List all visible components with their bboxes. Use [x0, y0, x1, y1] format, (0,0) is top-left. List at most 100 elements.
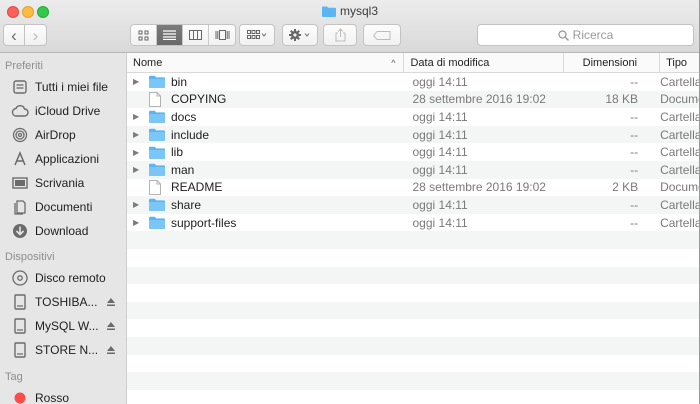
arrange-button[interactable]: [239, 24, 275, 46]
file-name: man: [171, 162, 195, 177]
empty-row: [127, 319, 699, 337]
sidebar-item[interactable]: TOSHIBA...: [0, 290, 126, 314]
disclosure-triangle-icon[interactable]: ▶: [133, 112, 145, 121]
window-title-text: mysql3: [339, 4, 378, 18]
sidebar-header-favorites: Preferiti: [5, 60, 43, 72]
column-size-header[interactable]: Dimensioni: [564, 53, 661, 73]
search-field[interactable]: Ricerca: [477, 24, 694, 46]
file-name: share: [171, 197, 202, 212]
sidebar-item-label: MySQL W...: [35, 319, 99, 333]
file-row[interactable]: ▶ lib oggi 14:11 -- Cartella: [127, 143, 699, 161]
disclosure-triangle-icon[interactable]: ▶: [133, 165, 145, 174]
file-rows: ▶ bin oggi 14:11 -- Cartella COPYING 28 settem…: [127, 73, 700, 404]
file-date: oggi 14:11: [412, 162, 468, 177]
file-date: oggi 14:11: [412, 109, 468, 124]
file-row[interactable]: ▶ share oggi 14:11 -- Cartella: [127, 196, 699, 214]
share-button[interactable]: [323, 24, 357, 46]
sidebar-item[interactable]: STORE N...: [0, 338, 126, 362]
disclosure-triangle-icon[interactable]: ▶: [133, 148, 145, 157]
cover-flow-view-button[interactable]: [209, 25, 235, 45]
cover-flow-icon: [215, 30, 229, 40]
sidebar-item[interactable]: Scrivania: [0, 171, 126, 195]
column-view-button[interactable]: [183, 25, 209, 45]
file-size: --: [630, 162, 639, 177]
airdrop-icon: [11, 126, 29, 144]
file-type: Cartella: [660, 215, 700, 230]
disclosure-triangle-icon[interactable]: ▶: [133, 130, 145, 139]
empty-row: [127, 249, 699, 267]
file-name: bin: [171, 74, 188, 89]
file-row[interactable]: COPYING 28 settembre 2016 19:02 18 KB Docum…: [127, 90, 699, 109]
file-name-cell: ▶ lib: [127, 145, 405, 159]
eject-icon[interactable]: [106, 344, 116, 354]
file-type: Cartella: [660, 74, 700, 89]
sort-up-icon: ^: [391, 58, 396, 68]
action-button[interactable]: [282, 24, 318, 46]
file-date: oggi 14:11: [412, 74, 468, 89]
arrange-grid-icon: [247, 30, 267, 39]
empty-row: [127, 231, 699, 249]
column-date-header[interactable]: Data di modifica: [404, 53, 565, 73]
disclosure-triangle-icon[interactable]: ▶: [133, 218, 145, 227]
window-title: mysql3: [0, 4, 699, 20]
folder-icon: [149, 145, 165, 159]
sidebar-item[interactable]: Documenti: [0, 195, 126, 219]
file-row[interactable]: README 28 settembre 2016 19:02 2 KB Documen…: [127, 179, 699, 197]
column-name-header[interactable]: Nome ^: [127, 53, 405, 73]
sidebar-item-label: iCloud Drive: [35, 104, 101, 118]
sidebar-item[interactable]: Download: [0, 219, 126, 243]
empty-row: [127, 301, 699, 320]
file-row[interactable]: ▶ man oggi 14:11 -- Cartella: [127, 160, 700, 179]
folder-icon: [149, 216, 165, 230]
column-type-header[interactable]: Tipo: [660, 53, 699, 73]
disclosure-triangle-icon[interactable]: ▶: [133, 77, 145, 86]
sidebar-item[interactable]: Tutti i miei file: [0, 75, 126, 99]
disclosure-triangle-icon[interactable]: ▶: [133, 200, 145, 209]
view-mode-selector: [130, 24, 236, 46]
folder-icon: [149, 110, 165, 124]
remote-disc-icon: [11, 269, 29, 287]
column-name-label: Nome: [133, 57, 163, 69]
sidebar-item[interactable]: Applicazioni: [0, 147, 126, 171]
file-name: docs: [171, 109, 197, 124]
tag-button[interactable]: [363, 24, 401, 46]
sidebar-item[interactable]: MySQL W...: [0, 314, 126, 338]
columns-icon: [189, 30, 202, 40]
file-name-cell: ▶ docs: [127, 110, 405, 124]
sidebar-item[interactable]: AirDrop: [0, 123, 126, 147]
file-name: lib: [171, 145, 184, 160]
drive-icon: [11, 341, 29, 359]
back-button[interactable]: ‹: [3, 24, 25, 46]
file-name-cell: ▶ man: [127, 163, 405, 177]
file-type: Documento: [660, 180, 699, 195]
file-size: --: [630, 145, 639, 160]
file-type: Cartella: [660, 162, 700, 177]
column-size-label: Dimensioni: [582, 57, 638, 69]
eject-icon[interactable]: [106, 296, 116, 306]
desktop-icon: [11, 174, 29, 192]
column-type-label: Tipo: [666, 57, 688, 69]
file-row[interactable]: ▶ bin oggi 14:11 -- Cartella: [127, 73, 700, 91]
sidebar-item-label: STORE N...: [35, 343, 99, 357]
sidebar: Preferiti Tutti i miei file iCloud Drive A…: [0, 53, 127, 404]
icon-view-button[interactable]: [131, 25, 157, 45]
list-view-button[interactable]: [157, 25, 183, 45]
download-icon: [11, 222, 29, 240]
eject-icon[interactable]: [106, 320, 116, 330]
file-row[interactable]: ▶ support-files oggi 14:11 -- Cartella: [127, 214, 700, 232]
file-name-cell: ▶ support-files: [127, 216, 405, 230]
file-size: --: [630, 197, 639, 212]
empty-row: [127, 372, 699, 390]
forward-button[interactable]: ›: [25, 24, 47, 46]
sidebar-item-label: Documenti: [35, 200, 93, 214]
sidebar-item[interactable]: iCloud Drive: [0, 99, 126, 123]
sidebar-item[interactable]: Disco remoto: [0, 266, 126, 290]
file-row[interactable]: ▶ include oggi 14:11 -- Cartella: [127, 125, 699, 144]
drive-icon: [11, 317, 29, 335]
sidebar-tag-item[interactable]: Rosso: [0, 386, 126, 404]
empty-row: [127, 336, 699, 355]
file-row[interactable]: ▶ docs oggi 14:11 -- Cartella: [127, 108, 699, 126]
folder-icon: [149, 163, 165, 177]
sidebar-tag-label: Rosso: [35, 391, 70, 404]
sidebar-item-label: TOSHIBA...: [35, 295, 98, 309]
